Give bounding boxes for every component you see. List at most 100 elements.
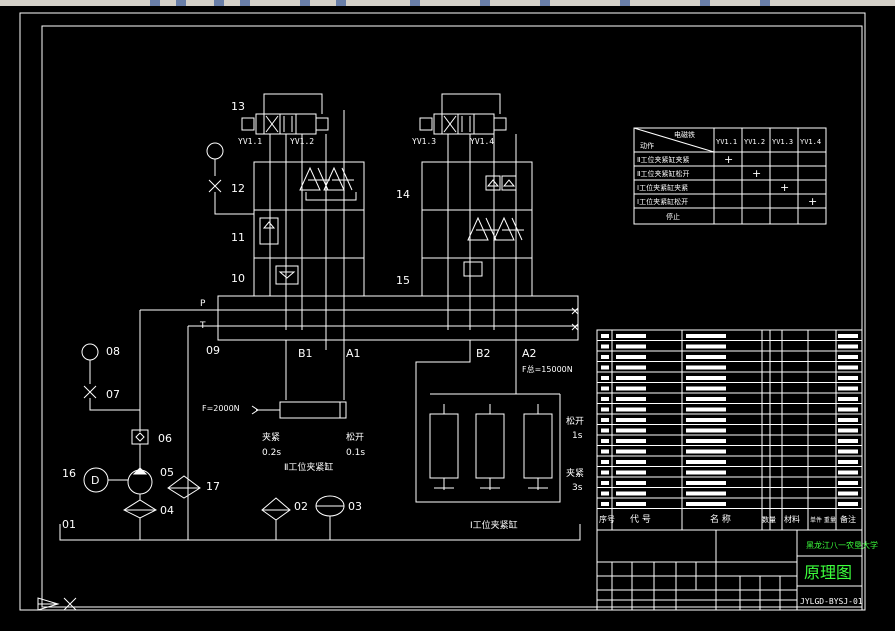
bom-header: 备注 bbox=[840, 514, 856, 524]
table-header-left: 动作 bbox=[640, 141, 654, 150]
valve-label: YV1.2 bbox=[290, 137, 314, 146]
bom-cell-bar bbox=[601, 418, 609, 422]
bom-cell-bar bbox=[838, 418, 858, 422]
pressure-gauge-12 bbox=[206, 142, 254, 215]
table-col: YV1.3 bbox=[772, 138, 793, 146]
bom-cell-bar bbox=[838, 386, 858, 391]
table-mark: + bbox=[752, 167, 761, 180]
bom-header: 材料 bbox=[784, 514, 800, 524]
component-number: 06 bbox=[158, 432, 172, 445]
bom-cell-bar bbox=[601, 502, 609, 506]
bom-cell-bar bbox=[601, 491, 609, 496]
bom-cell-bar bbox=[616, 491, 646, 496]
bom-cell-bar bbox=[601, 376, 609, 380]
valve-stack-1 bbox=[241, 93, 365, 350]
bom-cell-bar bbox=[616, 460, 646, 464]
bom-cell-bar bbox=[601, 470, 609, 475]
bom-cell-bar bbox=[601, 397, 609, 401]
component-number: 01 bbox=[62, 518, 76, 531]
bom-cell-bar bbox=[686, 502, 726, 506]
bom-cell-bar bbox=[686, 397, 726, 401]
table-mark: + bbox=[780, 181, 789, 194]
bom-cell-bar bbox=[601, 428, 609, 433]
bom-cell-bar bbox=[686, 376, 726, 380]
cylinder-2-release-time: 0.1s bbox=[346, 448, 365, 458]
university-name: 黑龙江八一农垦大学 bbox=[806, 540, 878, 550]
bom-cell-bar bbox=[686, 365, 726, 370]
port-label: P bbox=[200, 299, 206, 309]
bom-cell-bar bbox=[616, 344, 646, 349]
bom-cell-bar bbox=[616, 470, 646, 475]
bom-cell-bar bbox=[838, 365, 858, 370]
bom-rows bbox=[601, 334, 858, 506]
ucs-icon bbox=[37, 597, 77, 611]
cylinder-1-clamp-time: 3s bbox=[572, 483, 583, 493]
valve-label: YV1.4 bbox=[470, 137, 494, 146]
bom-cell-bar bbox=[616, 386, 646, 391]
bom-cell-bar bbox=[616, 355, 646, 359]
table-row-label: 停止 bbox=[666, 212, 680, 221]
sheet-inner-frame bbox=[41, 25, 863, 608]
bom-cell-bar bbox=[686, 439, 726, 443]
component-number: 12 bbox=[231, 182, 245, 195]
motor-symbol: D bbox=[91, 474, 99, 487]
component-number: 16 bbox=[62, 467, 76, 480]
bom-cell-bar bbox=[686, 460, 726, 464]
component-number: 04 bbox=[160, 504, 174, 517]
bom-cell-bar bbox=[838, 439, 858, 443]
bom-header: 单件 重量 bbox=[810, 516, 836, 524]
bom-cell-bar bbox=[686, 334, 726, 338]
bom-cell-bar bbox=[601, 460, 609, 464]
bom-header: 数量 bbox=[762, 515, 776, 524]
valve-label: YV1.3 bbox=[412, 137, 436, 146]
drawing-number: JYLGD-BYSJ-01 bbox=[800, 597, 863, 606]
bom-header: 序号 bbox=[599, 514, 615, 524]
bom-cell-bar bbox=[601, 386, 609, 391]
component-number: 02 bbox=[294, 500, 308, 513]
bom-cell-bar bbox=[601, 365, 609, 370]
cylinder-1-force: F总=15000N bbox=[522, 364, 573, 374]
bom-cell-bar bbox=[616, 418, 646, 422]
bom-cell-bar bbox=[616, 334, 646, 338]
component-number: 17 bbox=[206, 480, 220, 493]
bom-cell-bar bbox=[838, 407, 858, 412]
bom-cell-bar bbox=[838, 502, 858, 506]
bom-cell-bar bbox=[686, 386, 726, 391]
table-col: YV1.2 bbox=[744, 138, 765, 146]
bom-cell-bar bbox=[616, 428, 646, 433]
bom-cell-bar bbox=[616, 449, 646, 454]
cylinder-1-release: 松开 bbox=[566, 415, 584, 427]
cylinder-1-release-time: 1s bbox=[572, 431, 583, 441]
bom-cell-bar bbox=[686, 449, 726, 454]
port-label: A1 bbox=[346, 347, 361, 360]
table-row-label: Ⅰ工位夹紧缸夹紧 bbox=[637, 183, 688, 192]
cylinder-1-title: Ⅰ工位夹紧缸 bbox=[470, 519, 518, 531]
table-col: YV1.1 bbox=[716, 138, 737, 146]
bom-cell-bar bbox=[601, 344, 609, 349]
bom-cell-bar bbox=[616, 376, 646, 380]
bom-cell-bar bbox=[686, 470, 726, 475]
bom-cell-bar bbox=[686, 407, 726, 412]
bom-cell-bar bbox=[686, 481, 726, 485]
bom-cell-bar bbox=[686, 428, 726, 433]
bom-cell-bar bbox=[838, 491, 858, 496]
bom-cell-bar bbox=[616, 439, 646, 443]
valve-label: YV1.1 bbox=[238, 137, 262, 146]
component-number: 05 bbox=[160, 466, 174, 479]
bom-cell-bar bbox=[838, 376, 858, 380]
component-number: 14 bbox=[396, 188, 410, 201]
table-col: YV1.4 bbox=[800, 138, 821, 146]
drawing-canvas[interactable]: 13 12 11 10 14 15 09 08 07 06 05 04 16 1… bbox=[0, 0, 895, 631]
component-number: 07 bbox=[106, 388, 120, 401]
bom-cell-bar bbox=[616, 365, 646, 370]
bom-cell-bar bbox=[838, 460, 858, 464]
bom-cell-bar bbox=[616, 502, 646, 506]
cylinder-2-title: Ⅱ工位夹紧缸 bbox=[284, 461, 333, 473]
bom-cell-bar bbox=[838, 355, 858, 359]
table-mark: + bbox=[808, 195, 817, 208]
component-number: 11 bbox=[231, 231, 245, 244]
component-number: 13 bbox=[231, 100, 245, 113]
bom-cell-bar bbox=[838, 334, 858, 338]
bom-cell-bar bbox=[686, 418, 726, 422]
bom-cell-bar bbox=[686, 491, 726, 496]
